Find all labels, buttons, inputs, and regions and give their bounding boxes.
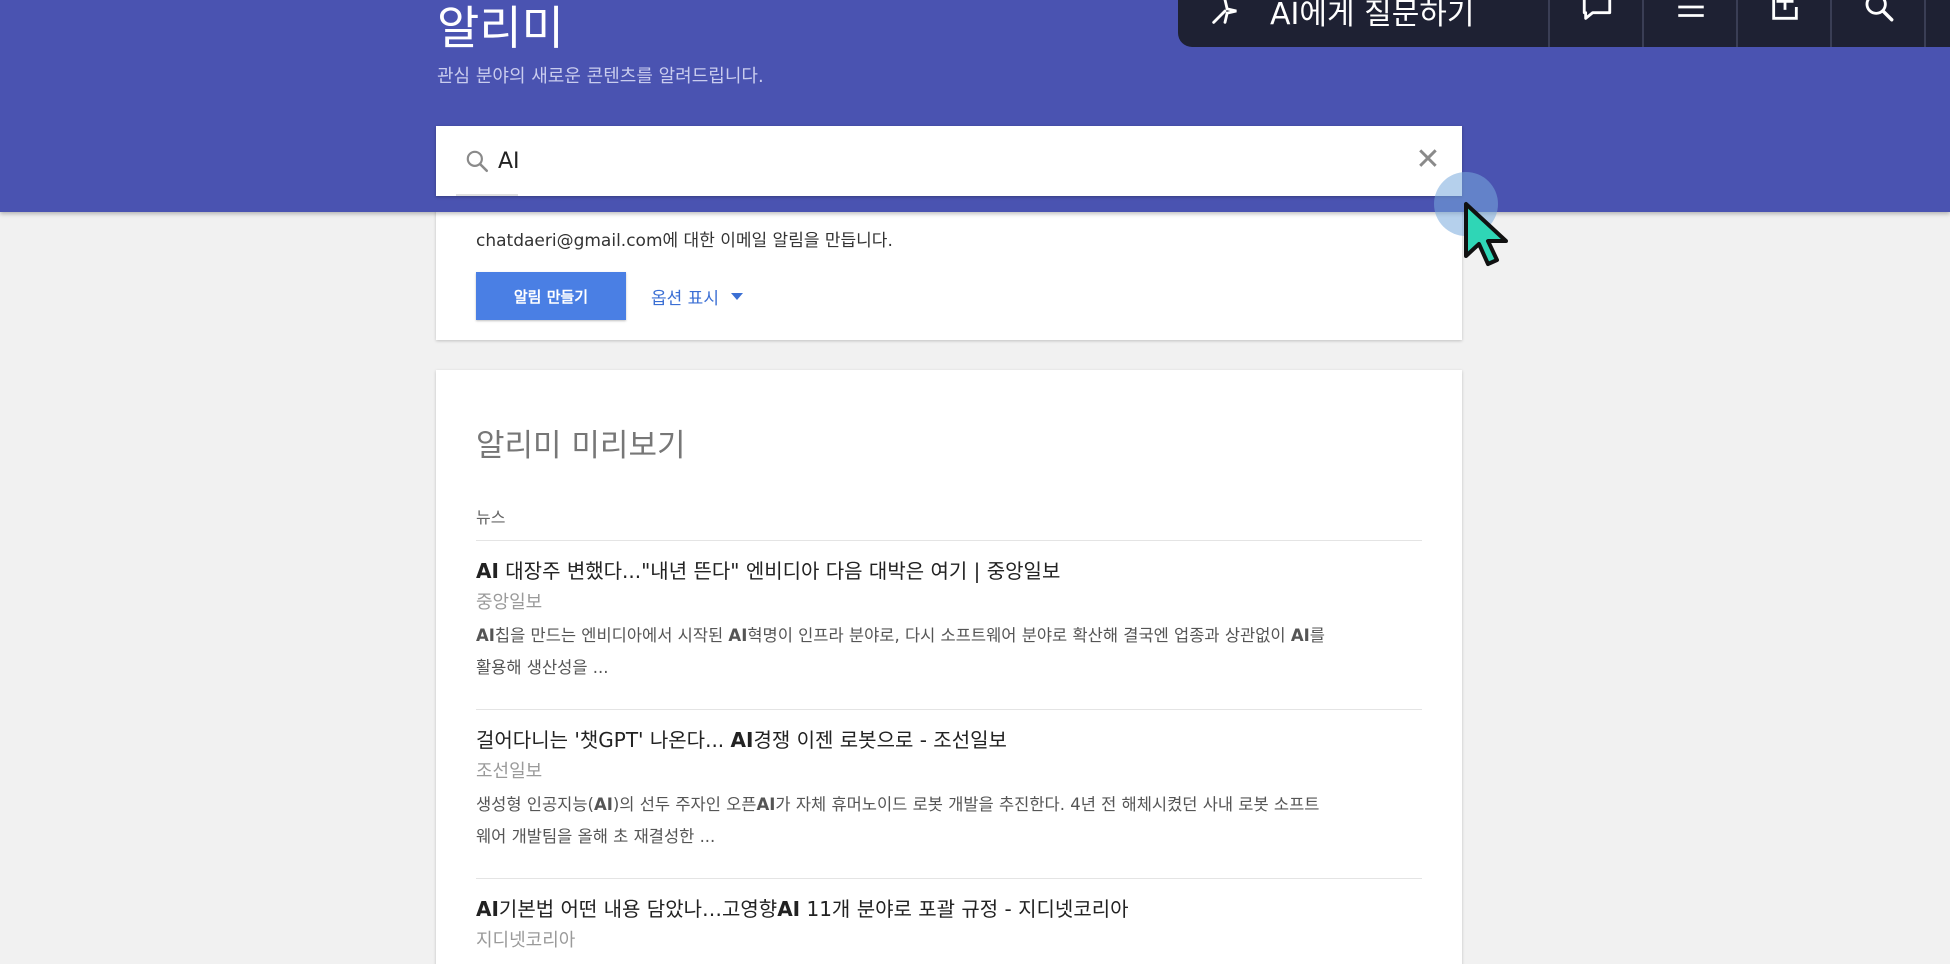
show-options-link[interactable]: 옵션 표시 [651,284,743,309]
news-snippet-line: 웨어 개발팀을 올해 초 재결성한 ... [476,827,716,846]
ask-ai-label: AI에게 질문하기 [1270,0,1475,32]
divider [476,709,1422,710]
create-alert-card: chatdaeri@gmail.com에 대한 이메일 알림을 만듭니다. 알림… [436,200,1462,340]
mouse-cursor-icon [1464,202,1508,266]
ask-ai-button[interactable]: AI에게 질문하기 [1208,0,1475,36]
news-snippet-line: 생성형 인공지능(AI)의 선두 주자인 오픈AI가 자체 휴머노이드 로봇 개… [476,795,1320,814]
news-source: 중앙일보 [476,592,543,613]
search-input[interactable] [498,140,1398,182]
news-item: 걸어다니는 '챗GPT' 나온다... AI경쟁 이젠 로봇으로 - 조선일보 … [476,725,1422,853]
spark-icon [1212,0,1237,24]
chat-button[interactable] [1550,0,1640,47]
news-title-link[interactable]: AI기본법 어떤 내용 담았나…고영향AI 11개 분야로 포괄 규정 - 지디… [476,894,1422,924]
caret-down-icon [730,293,743,300]
clear-icon[interactable]: ✕ [1410,142,1446,178]
add-window-button[interactable] [1738,0,1828,47]
search-box[interactable]: ✕ [436,126,1462,196]
ai-toolbar: AI에게 질문하기 [1178,0,1950,47]
menu-button[interactable] [1644,0,1734,47]
divider [476,540,1422,541]
news-snippet-line: 활용해 생산성을 ... [476,658,609,677]
toolbar-search-button[interactable] [1832,0,1922,47]
page-subtitle: 관심 분야의 새로운 콘텐츠를 알려드립니다. [437,66,764,87]
news-title-link[interactable]: 걸어다니는 '챗GPT' 나온다... AI경쟁 이젠 로봇으로 - 조선일보 [476,725,1422,755]
section-label-news: 뉴스 [476,508,506,527]
menu-icon [1678,5,1704,17]
preview-title: 알리미 미리보기 [476,428,686,464]
page-title: 알리미 [437,1,564,55]
news-source: 지디넷코리아 [476,930,576,951]
alert-email-description: chatdaeri@gmail.com에 대한 이메일 알림을 만듭니다. [476,231,893,251]
toolbar-divider [1924,0,1926,47]
search-icon [466,150,489,173]
news-item: AI기본법 어떤 내용 담았나…고영향AI 11개 분야로 포괄 규정 - 지디… [476,894,1422,956]
divider [476,878,1422,879]
news-title-link[interactable]: AI 대장주 변했다..."내년 뜬다" 엔비디아 다음 대박은 여기 | 중앙… [476,556,1422,586]
chat-icon [1582,0,1612,20]
alert-preview-card: 알리미 미리보기 뉴스 AI 대장주 변했다..."내년 뜬다" 엔비디아 다음… [436,370,1462,964]
news-snippet-line: AI칩을 만드는 엔비디아에서 시작된 AI혁명이 인프라 분야로, 다시 소프… [476,626,1325,645]
add-window-icon [1772,0,1798,20]
create-alert-button[interactable]: 알림 만들기 [476,272,626,320]
news-source: 조선일보 [476,761,543,782]
show-options-label: 옵션 표시 [651,289,719,309]
search-icon [1865,0,1894,22]
search-underline [456,194,518,196]
news-item: AI 대장주 변했다..."내년 뜬다" 엔비디아 다음 대박은 여기 | 중앙… [476,556,1422,684]
